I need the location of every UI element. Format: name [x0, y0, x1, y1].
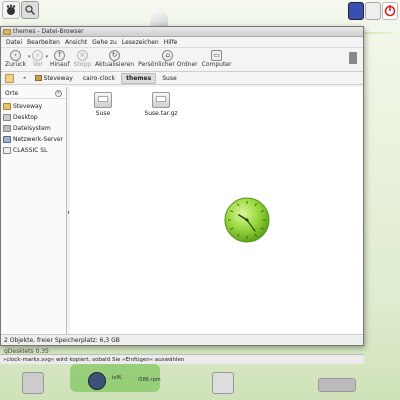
desktop-file-label: i586.rpm	[138, 377, 161, 383]
file-browser-window: themes - Datei-Browser Datei Bearbeiten …	[0, 26, 364, 346]
power-icon[interactable]	[382, 2, 398, 20]
sidebar-title: Orte	[5, 90, 19, 97]
removable-drive-icon	[3, 147, 11, 154]
desktop-top-left	[0, 0, 42, 22]
stop-button[interactable]: × Stopp	[74, 50, 91, 68]
computer-button[interactable]: ▭ Computer	[201, 50, 232, 68]
menu-edit[interactable]: Bearbeiten	[27, 39, 60, 46]
clock-widget[interactable]	[224, 197, 270, 243]
clipboard-message: »clock-marks.svg« wird kopiert, sobald S…	[3, 356, 185, 363]
up-label: Hinauf	[50, 61, 70, 68]
back-button[interactable]: ‹ Zurück	[5, 50, 26, 68]
back-dropdown-icon[interactable]: ▾	[28, 54, 31, 60]
up-button[interactable]: ↑ Hinauf	[50, 50, 70, 68]
sidebar-item-filesystem[interactable]: Dateisystem	[1, 123, 66, 134]
forward-label: Vor	[33, 61, 43, 68]
sidebar-item-classic-sl[interactable]: CLASSIC SL	[1, 145, 66, 156]
sidebar-close-icon[interactable]: ×	[55, 90, 62, 97]
sidebar-header[interactable]: Orte ×	[1, 89, 66, 99]
window-list-icon[interactable]	[348, 2, 364, 20]
forward-button[interactable]: › Vor	[32, 50, 44, 68]
menu-view[interactable]: Ansicht	[65, 39, 87, 46]
sidebar-item-network[interactable]: Netzwerk-Server	[1, 134, 66, 145]
desktop-top-right	[348, 0, 400, 24]
home-button[interactable]: ⌂ Persönlicher Ordner	[138, 50, 198, 68]
home-folder-icon	[3, 103, 11, 110]
menu-bookmarks[interactable]: Lesezeichen	[122, 39, 159, 46]
back-arrow-icon: ‹	[9, 50, 21, 61]
menu-go[interactable]: Gehe zu	[92, 39, 117, 46]
places-sidebar: Orte × Steveway Desktop Dateisystem Netz…	[1, 87, 67, 334]
sidebar-item-label: Steveway	[13, 103, 43, 110]
forward-dropdown-icon[interactable]: ▾	[45, 54, 48, 60]
crumb-suse[interactable]: Suse	[158, 74, 180, 83]
file-view: Suse Suse.tar.gz	[70, 87, 363, 334]
reload-button[interactable]: ↻ Aktualisieren	[95, 50, 134, 68]
gnome-menu-icon[interactable]	[2, 1, 20, 19]
sidebar-item-label: Desktop	[13, 114, 38, 121]
sidebar-item-label: Netzwerk-Server	[13, 136, 64, 143]
reload-label: Aktualisieren	[95, 61, 135, 68]
desktop-file-label: ioM.	[112, 375, 123, 381]
location-bar: ◂ Steveway cairo-clock themes Suse	[1, 72, 363, 85]
menubar: Datei Bearbeiten Ansicht Gehe zu Lesezei…	[1, 37, 363, 48]
crumb-cairo-clock[interactable]: cairo-clock	[79, 74, 119, 83]
computer-icon: ▭	[211, 50, 223, 61]
back-label: Zurück	[5, 61, 26, 68]
desktop-icon	[3, 114, 11, 121]
home-icon: ⌂	[162, 50, 174, 61]
sidebar-item-label: CLASSIC SL	[13, 147, 48, 154]
desktop-globe-icon[interactable]	[88, 372, 106, 390]
desktop-file-icon[interactable]	[212, 372, 234, 394]
archive-icon	[152, 92, 170, 108]
crumb-label: Steveway	[43, 74, 73, 82]
up-arrow-icon: ↑	[54, 50, 66, 61]
crumb-left-arrow-icon[interactable]: ◂	[23, 75, 26, 81]
network-icon	[3, 136, 11, 143]
desktop-file-icon[interactable]	[22, 372, 44, 394]
home-folder-icon	[34, 75, 42, 81]
file-name: Suse.tar.gz	[144, 110, 178, 117]
home-label: Persönlicher Ordner	[138, 61, 198, 68]
crumb-steveway[interactable]: Steveway	[31, 74, 77, 83]
stop-label: Stopp	[73, 61, 92, 68]
status-text: 2 Objekte, freier Speicherplatz: 6,3 GB	[4, 336, 120, 344]
forward-arrow-icon: ›	[32, 50, 44, 61]
reload-icon: ↻	[109, 50, 121, 61]
file-item-suse[interactable]: Suse	[78, 92, 128, 117]
menu-file[interactable]: Datei	[6, 39, 22, 46]
folder-icon	[3, 28, 11, 35]
sidebar-item-steveway[interactable]: Steveway	[1, 101, 66, 112]
statusbar: 2 Objekte, freier Speicherplatz: 6,3 GB	[1, 334, 363, 345]
crumb-themes[interactable]: themes	[121, 72, 157, 84]
window-titlebar[interactable]: themes - Datei-Browser	[1, 27, 363, 37]
window-title: themes - Datei-Browser	[13, 28, 84, 35]
file-item-suse-tar-gz[interactable]: Suse.tar.gz	[136, 92, 186, 117]
menu-help[interactable]: Hilfe	[164, 39, 178, 46]
computer-label: Computer	[201, 61, 232, 68]
content-area: Orte × Steveway Desktop Dateisystem Netz…	[1, 87, 363, 334]
app-icon[interactable]	[365, 2, 381, 20]
file-name: Suse	[95, 110, 111, 117]
folder-icon	[94, 92, 112, 108]
drive-icon	[3, 125, 11, 132]
stop-icon: ×	[76, 50, 88, 61]
search-app-icon[interactable]	[21, 1, 39, 19]
toolbar: ‹ Zurück ▾ › Vor ▾ ↑ Hinauf × Stopp ↻ Ak…	[1, 48, 363, 72]
location-toggle-icon[interactable]	[5, 73, 14, 83]
sidebar-item-label: Dateisystem	[13, 125, 51, 132]
desktop-file-icon[interactable]	[318, 378, 356, 392]
sidebar-item-desktop[interactable]: Desktop	[1, 112, 66, 123]
clipboard-message-bar: »clock-marks.svg« wird kopiert, sobald S…	[0, 354, 364, 364]
throbber-icon	[349, 52, 357, 64]
